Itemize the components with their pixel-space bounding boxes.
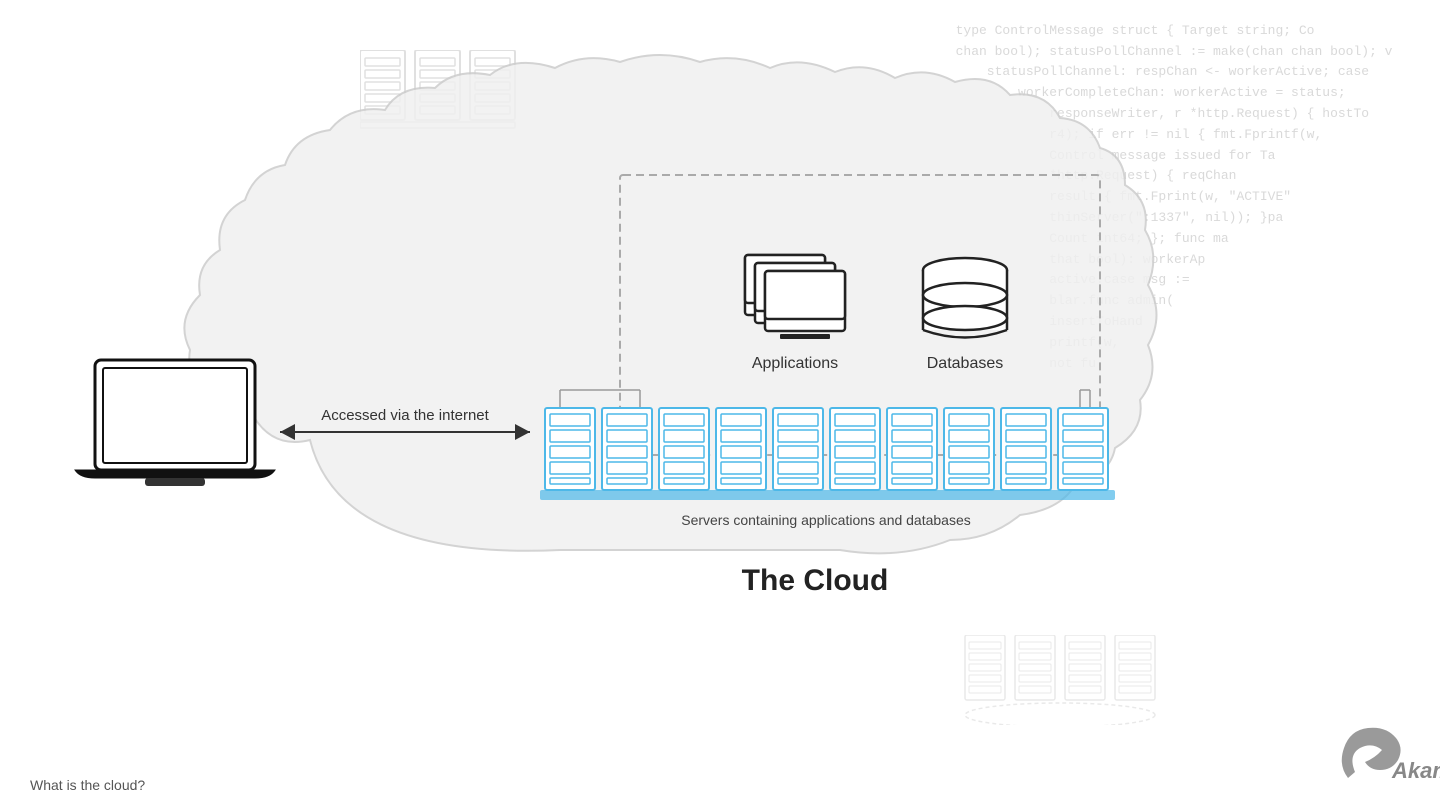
svg-text:Databases: Databases xyxy=(927,355,1004,372)
svg-text:Applications: Applications xyxy=(752,355,838,372)
svg-text:What is the cloud?: What is the cloud? xyxy=(30,777,145,793)
svg-text:Accessed via the internet: Accessed via the internet xyxy=(321,407,489,424)
svg-text:Servers containing application: Servers containing applications and data… xyxy=(681,512,971,528)
svg-text:The Cloud: The Cloud xyxy=(742,564,889,597)
svg-text:Akamai: Akamai xyxy=(1391,758,1440,783)
main-diagram: Applications Databases Accessed via the … xyxy=(0,0,1440,810)
